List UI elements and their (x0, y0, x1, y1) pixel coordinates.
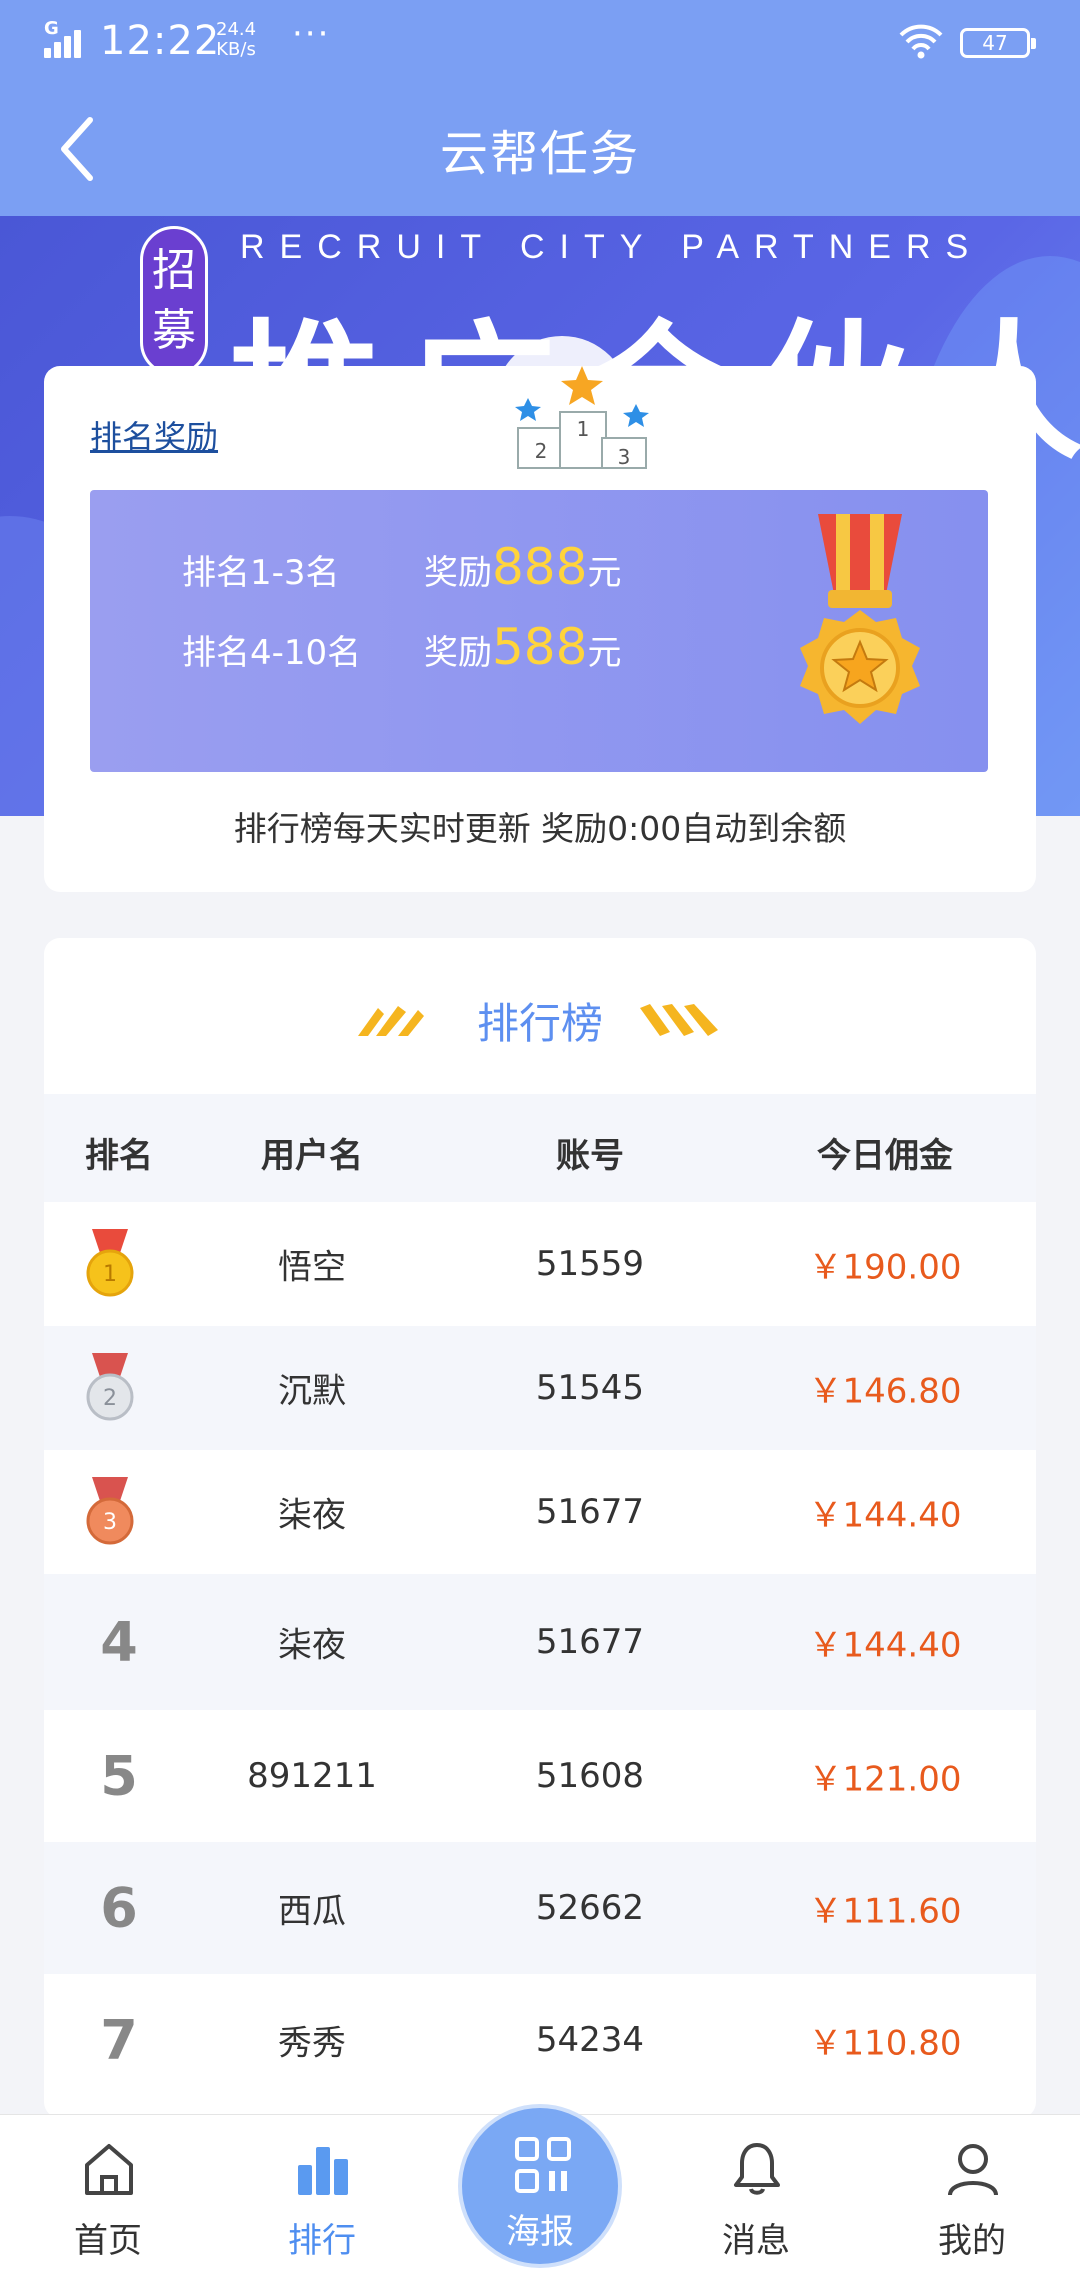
col-account: 账号 (556, 1136, 624, 1176)
medal-number: 3 (103, 1510, 117, 1535)
bell-icon (734, 2143, 780, 2195)
silver-medal-icon: 2 (86, 1353, 134, 1421)
nav-home-label: 首页 (74, 2221, 142, 2261)
reward-rank: 排名4-10名 (182, 633, 362, 673)
speed-unit: KB/s (216, 39, 256, 60)
reward-unit: 元 (587, 553, 622, 593)
username: 柒夜 (278, 1625, 346, 1666)
gold-medal-icon: 1 (86, 1229, 134, 1297)
account: 51677 (535, 1622, 645, 1662)
status-time: 12:22 (100, 18, 221, 64)
podium-1: 1 (577, 417, 590, 441)
account: 51608 (535, 1756, 645, 1796)
status-bar: G 12:22 24.4 KB/s ··· 47 (0, 0, 1080, 84)
commission: ￥190.00 (808, 1247, 962, 1288)
table-header: 排名 用户名 账号 今日佣金 (44, 1094, 1036, 1202)
reward-note: 排行榜每天实时更新 奖励0:00自动到余额 (233, 809, 847, 848)
account: 52662 (535, 1888, 645, 1928)
reward-row-top3: 排名1-3名 奖励888元 (182, 538, 621, 596)
page-title: 云帮任务 (439, 126, 640, 182)
medal-number: 1 (103, 1262, 117, 1287)
col-username: 用户名 (261, 1136, 363, 1176)
user-icon (948, 2144, 998, 2196)
nav-messages[interactable]: 消息 (686, 2115, 826, 2280)
table-row: 7 秀秀 54234 ￥110.80 (44, 1974, 1036, 2106)
qr-icon (515, 2137, 571, 2193)
username: 891211 (247, 1756, 377, 1796)
table-row: 1 悟空 51559 ￥190.00 (44, 1202, 1036, 1326)
commission: ￥110.80 (808, 2023, 962, 2064)
reward-unit: 元 (587, 633, 622, 673)
top-bar: G 12:22 24.4 KB/s ··· 47 云帮任务 (0, 0, 1080, 216)
commission: ￥144.40 (808, 1495, 962, 1536)
username: 柒夜 (278, 1495, 346, 1536)
reward-rank: 排名1-3名 (182, 553, 340, 593)
commission: ￥121.00 (808, 1759, 962, 1800)
ranking-reward-link[interactable]: 排名奖励 (90, 412, 218, 458)
col-rank: 排名 (85, 1136, 153, 1176)
nav-poster-button[interactable]: 海报 (458, 2104, 622, 2268)
table-row: 3 柒夜 51677 ￥144.40 (44, 1450, 1036, 1574)
podium-2: 2 (535, 439, 548, 463)
nav-home[interactable]: 首页 (38, 2115, 178, 2280)
more-notifications-icon: ··· (292, 14, 331, 54)
gold-medal-icon (800, 514, 920, 724)
reward-row-top10: 排名4-10名 奖励588元 (182, 618, 621, 676)
table-row: 2 沉默 51545 ￥146.80 (44, 1326, 1036, 1450)
right-decoration-icon (640, 1004, 718, 1036)
reward-prefix: 奖励 (424, 553, 492, 593)
reward-panel: 排名1-3名 奖励888元 排名4-10名 奖励588元 (90, 490, 988, 772)
home-icon (85, 2144, 133, 2195)
nav-ranking[interactable]: 排行 (252, 2115, 392, 2280)
bronze-medal-icon: 3 (86, 1477, 134, 1545)
username: 沉默 (278, 1371, 346, 1412)
rank-number: 4 (100, 1610, 138, 1674)
nav-profile[interactable]: 我的 (902, 2115, 1042, 2280)
reward-card: 排名奖励 2 1 3 排名1-3名 奖励888元 排名4-10名 奖励588元 排行… (44, 336, 1036, 892)
network-type: G (44, 18, 59, 39)
nav-profile-label: 我的 (938, 2221, 1006, 2261)
leaderboard-title: 排行榜 (476, 999, 603, 1048)
nav-poster-label: 海报 (506, 2212, 574, 2252)
banner-english-text: RECRUIT CITY PARTNERS (240, 228, 984, 266)
rank-number: 6 (100, 1876, 138, 1940)
account: 51559 (535, 1244, 645, 1284)
account: 51545 (535, 1368, 645, 1408)
battery-icon: 47 (960, 28, 1036, 58)
commission: ￥146.80 (808, 1371, 962, 1412)
medal-number: 2 (103, 1386, 117, 1411)
username: 悟空 (278, 1247, 346, 1288)
table-row: 5 891211 51608 ￥121.00 (44, 1710, 1036, 1842)
rank-number: 7 (100, 2008, 138, 2072)
podium-icon: 2 1 3 (494, 336, 649, 472)
app-header: 云帮任务 (0, 84, 1080, 216)
table-row: 4 柒夜 51677 ￥144.40 (44, 1574, 1036, 1710)
signal-icon: G (44, 18, 92, 58)
account: 54234 (535, 2020, 645, 2060)
network-speed: 24.4 KB/s (216, 20, 256, 60)
wifi-icon (899, 24, 943, 59)
banner-tag: 招募 (140, 226, 208, 376)
commission: ￥144.40 (808, 1625, 962, 1666)
reward-amount: 888 (492, 538, 588, 596)
commission: ￥111.60 (808, 1891, 962, 1932)
username: 西瓜 (278, 1891, 346, 1932)
chart-icon (298, 2147, 348, 2195)
table-row: 6 西瓜 52662 ￥111.60 (44, 1842, 1036, 1974)
nav-ranking-label: 排行 (288, 2221, 356, 2261)
username: 秀秀 (278, 2023, 346, 2064)
account: 51677 (535, 1492, 645, 1532)
speed-value: 24.4 (216, 19, 257, 40)
leaderboard-card: 排行榜 排名 用户名 账号 今日佣金 1 悟空 51559 ￥190.00 2 … (44, 938, 1036, 2118)
reward-amount: 588 (492, 618, 588, 676)
col-commission: 今日佣金 (817, 1136, 953, 1176)
rank-number: 5 (100, 1744, 138, 1808)
reward-prefix: 奖励 (424, 633, 492, 673)
podium-3: 3 (618, 445, 631, 469)
nav-messages-label: 消息 (722, 2221, 790, 2261)
